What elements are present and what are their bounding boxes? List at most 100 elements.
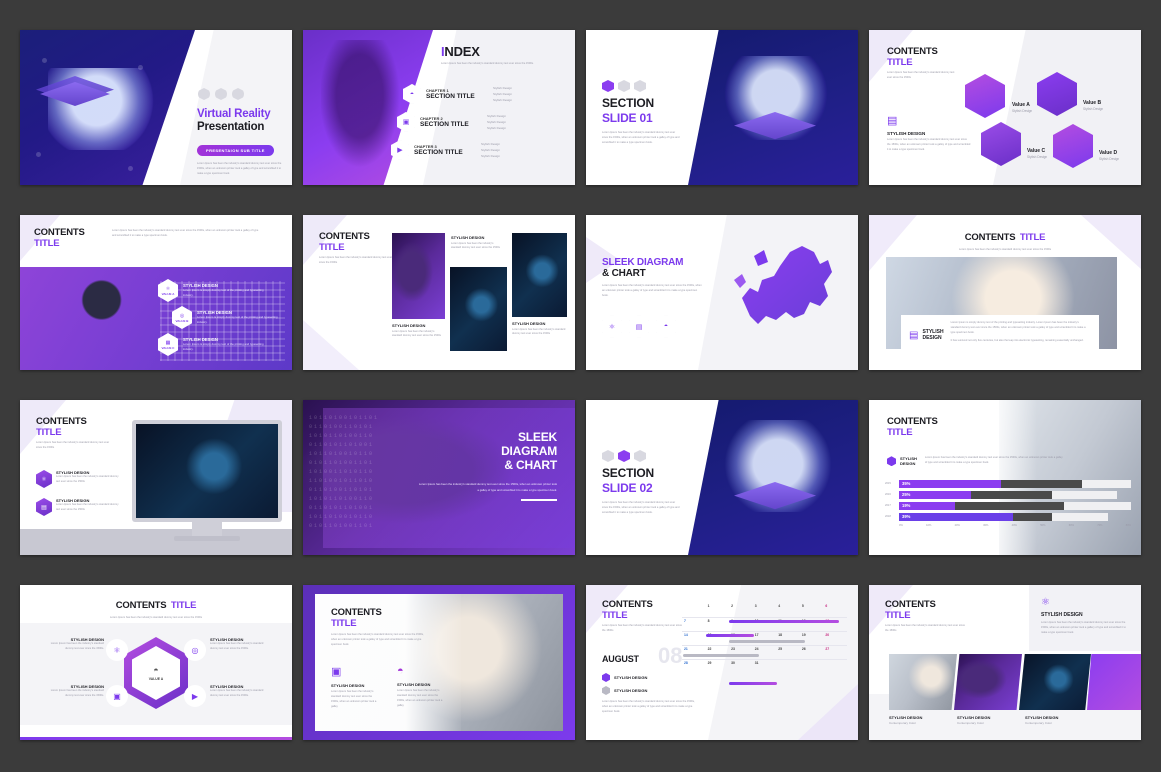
- calendar-cell[interactable]: [823, 659, 847, 673]
- target-icon[interactable]: ◎: [184, 639, 206, 661]
- calendar-cell[interactable]: 30: [729, 659, 753, 673]
- caption-card: ▤ STYLISH DESIGN Lorem Ipsum is simply d…: [901, 315, 1099, 355]
- chart-category: 2018: [885, 515, 891, 518]
- slide-3-artwork: [688, 30, 858, 185]
- vr-headset-icon[interactable]: [215, 88, 227, 100]
- vr-headset-icon: ◓: [153, 665, 159, 675]
- slide-12-bar-chart[interactable]: CONTENTS TITLE STYLISH DESIGN Lorem Ipsu…: [869, 400, 1141, 555]
- slide-4-title-line1: CONTENTS: [887, 46, 938, 57]
- calendar-cell[interactable]: 3: [753, 603, 777, 617]
- slide-13-hex-diagram[interactable]: CONTENTS TITLE Lorem Ipsum has been the …: [20, 585, 292, 740]
- chapter-item[interactable]: ▣ CHAPTER 2 SECTION TITLE Stylish Design…: [397, 112, 573, 132]
- calendar-cell[interactable]: 29: [705, 659, 730, 673]
- gear-icon[interactable]: [602, 450, 614, 462]
- calendar-cell[interactable]: 8: [705, 617, 730, 631]
- slide-7-body: Lorem Ipsum has been the industry's stan…: [602, 284, 702, 297]
- calendar-cell[interactable]: 5: [800, 603, 824, 617]
- slide-2-index[interactable]: INDEX Lorem Ipsum has been the industry'…: [303, 30, 575, 185]
- slide-1-title[interactable]: Virtual Reality Presentation PRESENTAION…: [20, 30, 292, 185]
- slide-4-feature-body: Lorem Ipsum has been the industry's stan…: [887, 138, 971, 151]
- item-badge: VALUE B: [175, 318, 189, 323]
- calendar-cell[interactable]: 27: [823, 645, 847, 659]
- slide-1-artwork-panel: [20, 30, 195, 185]
- calendar-cell[interactable]: 7: [682, 617, 706, 631]
- calendar-month-number: 08: [658, 643, 683, 668]
- calendar-cell[interactable]: 20: [823, 631, 847, 645]
- calendar-cell[interactable]: 1: [706, 603, 730, 617]
- feature-body: Lorem Ipsum has been the industry's stan…: [1041, 621, 1126, 634]
- slide-16-photo-strip[interactable]: CONTENTS TITLE Lorem Ipsum has been the …: [869, 585, 1141, 740]
- calendar-cell[interactable]: [682, 603, 706, 617]
- slide-11-section-02[interactable]: SECTION SLIDE 02 Lorem Ipsum has been th…: [586, 400, 858, 555]
- slide-6-subtitle: Lorem Ipsum has been the industry's stan…: [319, 256, 393, 264]
- photo-card-2[interactable]: [450, 267, 507, 351]
- hexagon-icon[interactable]: [198, 88, 210, 100]
- calendar-cell[interactable]: 2: [729, 603, 753, 617]
- calendar-cell[interactable]: 28: [682, 659, 706, 673]
- slide-4-hex-values[interactable]: CONTENTS TITLE Lorem Ipsum has been the …: [869, 30, 1141, 185]
- photo-strip-1[interactable]: [889, 654, 957, 710]
- vr-headset-icon[interactable]: [618, 450, 630, 462]
- camera-icon[interactable]: ▣: [106, 685, 128, 707]
- play-icon[interactable]: ▶: [184, 685, 206, 707]
- slide-3-section-01[interactable]: SECTION SLIDE 01 Lorem Ipsum has been th…: [586, 30, 858, 185]
- chart-category: 2017: [885, 504, 891, 507]
- calendar-cell[interactable]: 14: [682, 631, 706, 645]
- bar-value: 35%: [902, 481, 911, 486]
- slide-10-title-line2: DIAGRAM: [501, 444, 557, 458]
- calendar-cell[interactable]: 4: [776, 603, 800, 617]
- slide-6-three-photos[interactable]: CONTENTS TITLE Lorem Ipsum has been the …: [303, 215, 575, 370]
- list-item[interactable]: ◎ VALUE B STYLISH DESIGN Lorem Ipsum is …: [172, 306, 279, 329]
- slide-10-sleek-right[interactable]: 10110100101101 0110100110101 10101101001…: [303, 400, 575, 555]
- slide-11-icon-row: [602, 450, 646, 462]
- photo-strip-3[interactable]: [1019, 654, 1091, 710]
- photo-card-1[interactable]: [392, 233, 445, 319]
- list-item[interactable]: ⚛ VALUE A STYLISH DESIGN Lorem Ipsum is …: [158, 279, 279, 302]
- photo-card-title: STYLISH DESIGN: [512, 321, 546, 326]
- vr-headset-icon[interactable]: ◓: [656, 315, 676, 338]
- list-item[interactable]: ▤ STYLISH DESIGN Lorem Ipsum has been th…: [36, 498, 122, 516]
- chapter-bullet: Stylish Design: [487, 113, 507, 118]
- axis-tick: 20%: [954, 524, 960, 527]
- photo-card-3[interactable]: [512, 233, 567, 317]
- list-item[interactable]: ⚛ STYLISH DESIGN Lorem Ipsum has been th…: [36, 470, 122, 488]
- document-icon[interactable]: ▤: [629, 315, 649, 338]
- slide-12-title-line1: CONTENTS: [887, 416, 938, 427]
- slide-8-photo-caption[interactable]: CONTENTS TITLE Lorem Ipsum has been the …: [869, 215, 1141, 370]
- slide-15-calendar[interactable]: CONTENTS TITLE Lorem Ipsum has been the …: [586, 585, 858, 740]
- slide-8-title-main: CONTENTS: [964, 232, 1016, 243]
- slide-14-man-vr[interactable]: CONTENTS TITLE Lorem Ipsum has been the …: [303, 585, 575, 740]
- calendar-cell[interactable]: 26: [799, 645, 824, 659]
- value-d-label: Value D: [1099, 150, 1118, 156]
- atom-icon[interactable]: ⚛: [106, 639, 128, 661]
- list-item[interactable]: ▣ STYLISH DESIGN Lorem Ipsum has been th…: [331, 665, 379, 710]
- play-icon: ▶: [391, 140, 409, 160]
- gear-icon[interactable]: [232, 88, 244, 100]
- slide-5-item-list: ⚛ VALUE A STYLISH DESIGN Lorem Ipsum is …: [158, 279, 279, 356]
- slide-7-sleek-diagram-map[interactable]: SLEEK DIAGRAM & CHART Lorem Ipsum has be…: [586, 215, 858, 370]
- hexagon-icon[interactable]: [618, 80, 630, 92]
- slide-9-monitor[interactable]: CONTENTS TITLE Lorem Ipsum has been the …: [20, 400, 292, 555]
- accent-bar: [20, 737, 292, 740]
- gear-icon[interactable]: [634, 80, 646, 92]
- calendar-cell[interactable]: 25: [776, 645, 800, 659]
- vr-headset-icon[interactable]: [602, 80, 614, 92]
- list-item[interactable]: ◓ STYLISH DESIGN Lorem Ipsum has been th…: [397, 665, 445, 709]
- atom-icon[interactable]: ⚛: [602, 315, 622, 338]
- slide-7-title-line1: SLEEK DIAGRAM: [602, 257, 684, 268]
- calendar-cell[interactable]: 31: [752, 659, 777, 673]
- hexagon-icon[interactable]: [634, 450, 646, 462]
- accent-panel: [1087, 654, 1141, 710]
- chapter-item[interactable]: ▶ CHAPTER 3 SECTION TITLE Stylish Design…: [391, 140, 573, 160]
- item-body: Lorem Ipsum has been the industry's stan…: [50, 642, 104, 650]
- list-item[interactable]: ▦ VALUE C STYLISH DESIGN Lorem Ipsum is …: [158, 333, 279, 356]
- chapter-item[interactable]: ◓ CHAPTER 1 SECTION TITLE Stylish Design…: [403, 84, 573, 104]
- calendar[interactable]: 1 2 3 4 5 6 7 8 9 10 11 12 13 14 15 16 1…: [682, 603, 847, 685]
- slide-5-vr-woman[interactable]: CONTENTS TITLE Lorem Ipsum has been the …: [20, 215, 292, 370]
- bar-value: 39%: [902, 514, 911, 519]
- slide-1-badge[interactable]: PRESENTAION SUB TITLE: [197, 145, 274, 156]
- calendar-cell[interactable]: [776, 659, 800, 673]
- photo-strip-2[interactable]: [954, 654, 1022, 710]
- calendar-cell[interactable]: 6: [823, 603, 847, 617]
- calendar-cell[interactable]: [799, 659, 824, 673]
